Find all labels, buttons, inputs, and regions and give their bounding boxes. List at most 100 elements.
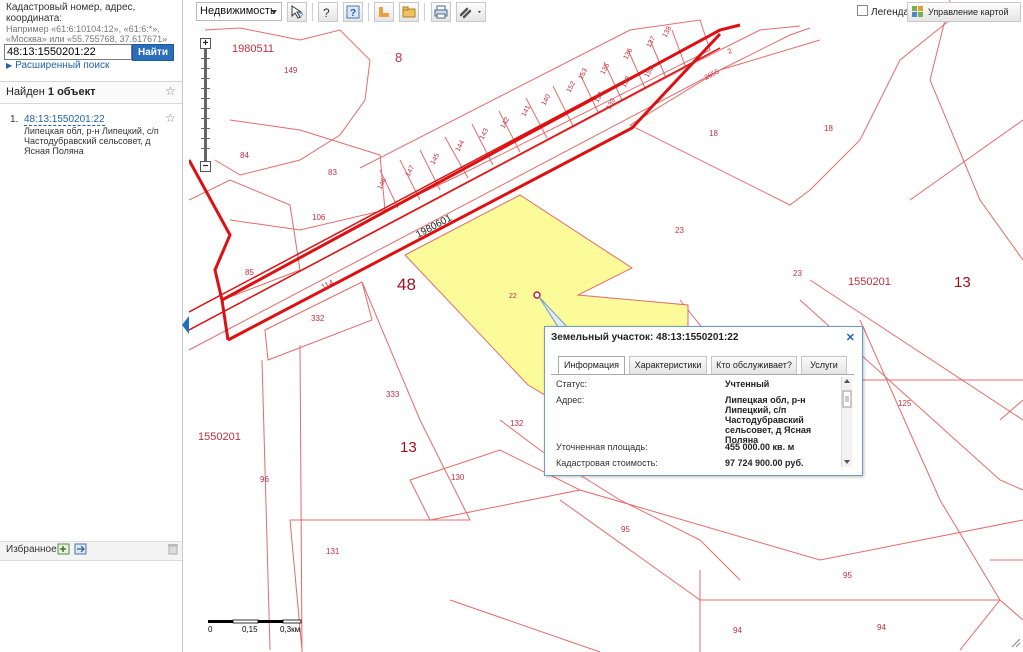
- identify-button[interactable]: ?: [318, 2, 338, 22]
- zoom-tick: [201, 138, 210, 139]
- legend-label: Легенда: [871, 7, 910, 18]
- manage-map-label: Управление картой: [928, 7, 1009, 17]
- trash-icon[interactable]: [168, 543, 178, 555]
- map-label: 125: [898, 399, 912, 408]
- layer-select-value: Недвижимость: [200, 5, 276, 17]
- advanced-search-link[interactable]: ▶ Расширенный поиск: [6, 60, 109, 71]
- folder-icon: [402, 6, 416, 18]
- status-label: Статус:: [556, 379, 587, 389]
- popup-scrollbar[interactable]: [841, 377, 852, 467]
- print-button[interactable]: [431, 2, 451, 22]
- help-cursor-icon: ?: [323, 6, 330, 19]
- map-label: 152: [566, 80, 578, 94]
- measure-button[interactable]: [374, 2, 394, 22]
- map-label: 96: [260, 475, 269, 484]
- map-label: 130: [451, 473, 465, 482]
- layer-select[interactable]: Недвижимость: [196, 2, 282, 21]
- map-label: 137: [646, 35, 658, 49]
- map-label: 2: [727, 48, 734, 56]
- zoom-tick: [201, 68, 210, 69]
- map-label: 138: [662, 25, 674, 39]
- zoom-out-button[interactable]: −: [200, 161, 211, 172]
- address-value: Липецкая обл, р-н Липецкий, с/п Частодуб…: [725, 395, 812, 445]
- map-label: 84: [240, 151, 249, 160]
- svg-text:?: ?: [299, 13, 303, 19]
- map-label: 143: [479, 127, 491, 141]
- map-label: 1980511: [232, 43, 274, 55]
- search-input[interactable]: [4, 44, 132, 60]
- map-label: 136: [623, 47, 635, 61]
- toolbar-separator: [368, 3, 369, 21]
- map-label: 147: [405, 164, 417, 178]
- zoom-in-button[interactable]: +: [200, 38, 211, 49]
- area-label: Уточненная площадь:: [556, 442, 648, 452]
- map-label: 22: [509, 293, 517, 300]
- map-label: 23: [793, 269, 802, 278]
- zoom-tick: [201, 98, 210, 99]
- map-label: 131: [326, 547, 340, 556]
- map-label: 142: [500, 116, 512, 130]
- cursor-info-icon: ?: [291, 5, 303, 19]
- link-button[interactable]: [456, 2, 486, 22]
- zoom-tick: [201, 128, 210, 129]
- chevron-down-icon: [271, 10, 277, 14]
- map-label: 8: [395, 50, 402, 65]
- map-label: 83: [328, 168, 337, 177]
- select-tool-button[interactable]: ?: [287, 2, 307, 22]
- advanced-search-label: Расширенный поиск: [15, 60, 110, 71]
- cost-label: Кадастровая стоимость:: [556, 458, 658, 468]
- tab-info[interactable]: Информация: [558, 356, 625, 375]
- resize-grip-icon[interactable]: [1010, 637, 1022, 649]
- map-label: 132: [510, 419, 524, 428]
- legend-checkbox[interactable]: [857, 5, 868, 16]
- results-count: Найден 1 объект: [6, 86, 95, 98]
- map-label: 23: [675, 226, 684, 235]
- map-label: 18: [709, 129, 718, 138]
- tab-services[interactable]: Услуги: [801, 356, 847, 374]
- popup-title: Земельный участок: 48:13:1550201:22: [551, 332, 739, 343]
- toolbar-separator: [424, 3, 425, 21]
- map-label: 140: [541, 93, 553, 107]
- result-number: 1.: [10, 114, 19, 125]
- map-label: 1550201: [198, 431, 241, 443]
- favorites-export-icon[interactable]: [74, 543, 88, 555]
- tab-characteristics[interactable]: Характеристики: [629, 356, 707, 374]
- zoom-tick: [201, 108, 210, 109]
- scale-label: 0,15: [242, 625, 258, 634]
- scrollbar-graphic: [842, 379, 852, 464]
- favorites-import-icon[interactable]: [57, 543, 71, 555]
- triangle-right-icon: ▶: [6, 61, 13, 70]
- toolbar-separator: [312, 3, 313, 21]
- scale-bar: 0 0,15 0,3км: [208, 619, 302, 634]
- status-value: Учтенный: [725, 379, 770, 389]
- result-cadastral-link[interactable]: 48:13:1550201:22: [24, 114, 105, 126]
- map-label: 85: [245, 268, 254, 277]
- help-button[interactable]: ?: [343, 2, 363, 22]
- map-label: 18: [824, 124, 833, 133]
- map-label: 94: [877, 623, 886, 632]
- map-label: 94: [733, 626, 742, 635]
- search-label: Кадастровый номер, адрес, координата:: [6, 2, 136, 24]
- layers-button[interactable]: [399, 2, 419, 22]
- favorites-label: Избранное: [6, 544, 57, 555]
- scale-label: 0,3км: [280, 625, 300, 634]
- map-label: 144: [455, 139, 467, 153]
- left-panel: Кадастровый номер, адрес, координата: На…: [0, 0, 183, 652]
- help-icon: ?: [346, 5, 360, 19]
- cost-value: 97 724 900.00 руб.: [725, 458, 804, 468]
- map-label: 13: [400, 439, 417, 456]
- zoom-control[interactable]: + −: [200, 38, 212, 172]
- tab-who-serves[interactable]: Кто обслуживает?: [711, 356, 797, 374]
- printer-icon: [434, 5, 448, 19]
- star-icon[interactable]: ☆: [165, 111, 176, 125]
- divider: [0, 103, 182, 104]
- grid-icon: [912, 6, 923, 17]
- zoom-track[interactable]: [204, 49, 207, 161]
- search-button[interactable]: Найти: [132, 44, 174, 61]
- collapse-panel-tab[interactable]: [182, 316, 189, 334]
- star-icon[interactable]: ☆: [165, 84, 176, 98]
- results-number: 1 объект: [47, 86, 96, 98]
- legend-toggle[interactable]: Легенда: [857, 5, 909, 18]
- close-icon[interactable]: ✕: [846, 331, 855, 344]
- manage-map-button[interactable]: Управление картой: [907, 2, 1021, 22]
